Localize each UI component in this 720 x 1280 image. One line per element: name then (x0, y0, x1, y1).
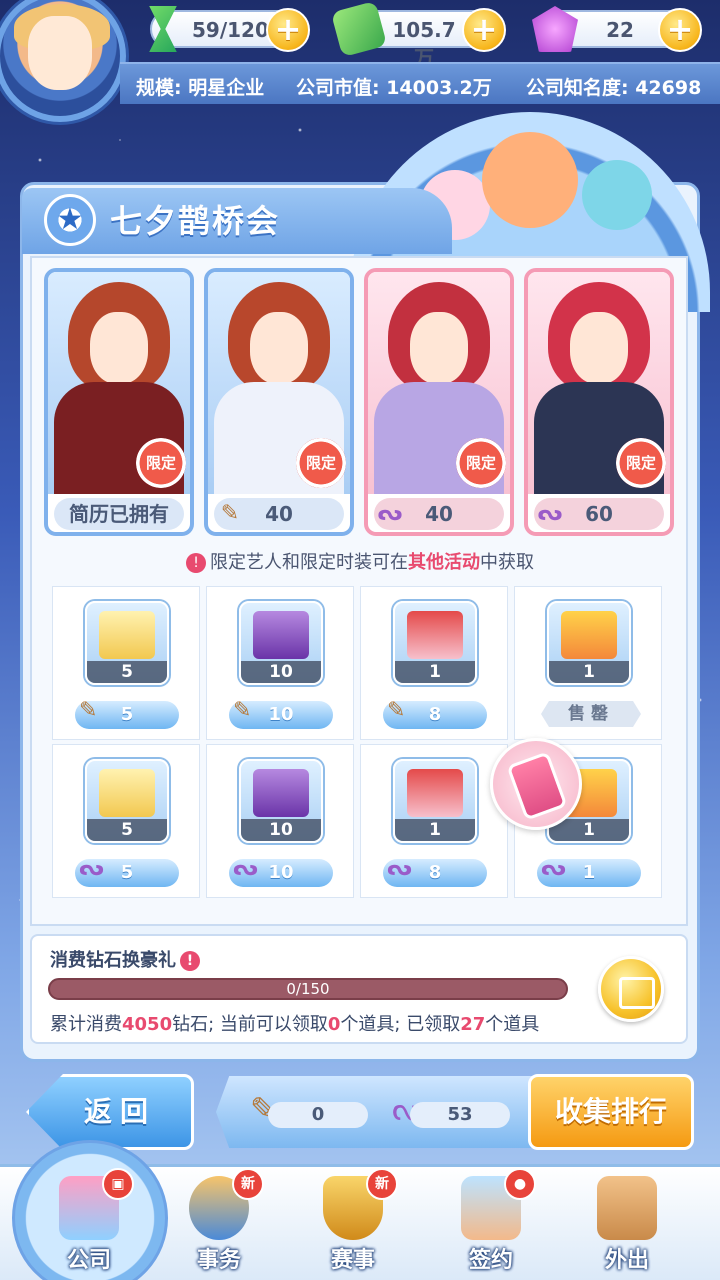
back-button[interactable]: 返回 (26, 1074, 194, 1150)
gift-box-icon (407, 611, 463, 659)
buy-button[interactable]: ᔓ5 (75, 856, 179, 887)
ticket-icon (99, 611, 155, 659)
event-title: 七夕鹊桥会 (110, 202, 281, 240)
ribbon-count: 53 (410, 1102, 510, 1128)
alert-icon: ! (186, 553, 206, 573)
reward-description: 累计消费4050钻石; 当前可以领取0个道具; 已领取27个道具 (50, 1014, 540, 1035)
nav-sign[interactable]: ● 签约 (436, 1168, 546, 1280)
shop-item[interactable]: 10 ᔓ 10 (206, 744, 354, 898)
player-avatar[interactable] (0, 0, 126, 122)
buy-button[interactable]: ᔓ1 (537, 856, 641, 887)
company-market-value: 公司市值: 14003.2万 (296, 77, 492, 99)
card-status: 简历已拥有 (54, 498, 184, 530)
ribbon-icon: ᔓ (541, 856, 566, 881)
company-scale: 规模: 明星企业 (136, 77, 265, 99)
nav-affairs[interactable]: 新 事务 (164, 1168, 274, 1280)
add-diamond-button[interactable]: + (658, 8, 702, 52)
collection-rank-button[interactable]: 收集排行 (528, 1074, 694, 1150)
buy-button[interactable]: ✎ 10 (229, 698, 333, 729)
diamond-resource: 22 + (532, 6, 702, 52)
artist-card[interactable]: 限定 ᔓ 60 (524, 268, 674, 536)
reward-progress-bar: 0/150 (48, 978, 568, 1000)
card-cost: ✎ 40 (214, 498, 344, 530)
shop-item[interactable]: 5 ᔓ5 (52, 744, 200, 898)
ribbon-icon: ᔓ (387, 856, 412, 881)
ticket-icon (99, 769, 155, 817)
add-energy-button[interactable]: + (266, 8, 310, 52)
hourglass-icon (149, 6, 177, 52)
reward-title: 消费钻石换豪礼! (50, 946, 200, 972)
new-badge: 新 (232, 1168, 264, 1200)
add-cash-button[interactable]: + (462, 8, 506, 52)
scroll-icon: ✎ (79, 698, 98, 723)
scroll-icon: ✎ (220, 501, 240, 526)
company-info-strip: 规模: 明星企业 公司市值: 14003.2万 公司知名度: 42698 (120, 62, 720, 104)
energy-resource: 59/120 + (149, 6, 310, 52)
buy-button[interactable]: ᔓ 10 (229, 856, 333, 887)
limited-badge: 限定 (456, 438, 506, 488)
treasure-chest-icon (253, 611, 309, 659)
buy-button[interactable]: ✎ 8 (383, 698, 487, 729)
scroll-icon: ✎ (387, 698, 406, 723)
limited-badge: 限定 (616, 438, 666, 488)
buy-button[interactable]: ᔓ8 (383, 856, 487, 887)
gift-box-icon (561, 611, 617, 659)
alert-icon[interactable]: ! (180, 951, 200, 971)
ribbon-icon: ᔓ (79, 856, 104, 881)
new-badge: 新 (366, 1168, 398, 1200)
person-icon: ● (504, 1168, 536, 1200)
artist-card[interactable]: 限定 ✎ 40 (204, 268, 354, 536)
nav-company[interactable]: ▣ 公司 (34, 1168, 144, 1280)
scroll-count: 0 (268, 1102, 368, 1128)
diamond-value: 22 (606, 18, 634, 42)
limited-notice: ! 限定艺人和限定时装可在其他活动中获取 (0, 548, 720, 574)
treasure-chest-icon (253, 769, 309, 817)
phone-icon[interactable] (490, 738, 582, 830)
ribbon-icon: ᔓ (377, 501, 403, 526)
shop-item[interactable]: 1 ᔓ8 (360, 744, 508, 898)
energy-value: 59/120 (192, 18, 269, 42)
gift-box-icon (407, 769, 463, 817)
gem-icon (532, 6, 578, 52)
cash-icon (330, 0, 388, 58)
ribbon-icon: ᔓ (537, 501, 563, 526)
buy-button[interactable]: ✎ 5 (75, 698, 179, 729)
nav-contest[interactable]: 新 赛事 (298, 1168, 408, 1280)
claim-gift-button[interactable] (598, 956, 664, 1022)
door-icon (597, 1176, 657, 1240)
cash-resource: 105.7万 + (330, 0, 506, 70)
limited-badge: 限定 (136, 438, 186, 488)
card-cost: ᔓ 40 (374, 498, 504, 530)
gift-icon: ▣ (102, 1168, 134, 1200)
star-icon: ★ (44, 194, 96, 246)
shop-item: 1 售罄 (514, 586, 662, 740)
scroll-icon: ✎ (233, 698, 252, 723)
top-bar: 59/120 + 105.7万 + 22 + 规模: 明星企业 公司市值: 14… (0, 0, 720, 122)
artist-card[interactable]: 限定 简历已拥有 (44, 268, 194, 536)
shop-item[interactable]: 10 ✎ 10 (206, 586, 354, 740)
shop-item[interactable]: 5 ✎ 5 (52, 586, 200, 740)
ribbon-icon: ᔓ (233, 856, 258, 881)
artist-card[interactable]: 限定 ᔓ 40 (364, 268, 514, 536)
sold-out-label: 售罄 (541, 701, 641, 727)
card-cost: ᔓ 60 (534, 498, 664, 530)
limited-badge: 限定 (296, 438, 346, 488)
nav-outing[interactable]: 外出 (572, 1176, 682, 1280)
shop-item[interactable]: 1 ✎ 8 (360, 586, 508, 740)
company-fame: 公司知名度: 42698 (526, 77, 702, 99)
